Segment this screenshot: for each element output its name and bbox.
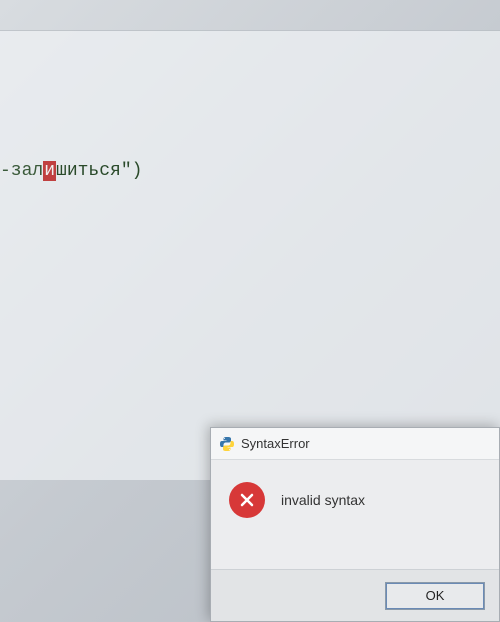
python-icon [219,436,235,452]
syntax-error-highlight: и [43,161,56,181]
code-text-prefix: -зал [0,161,43,181]
dialog-title: SyntaxError [241,436,310,451]
dialog-titlebar[interactable]: SyntaxError [211,428,499,460]
dialog-message: invalid syntax [281,492,365,508]
error-dialog: SyntaxError invalid syntax OK [210,427,500,622]
dialog-button-row: OK [211,569,499,621]
ok-button[interactable]: OK [385,582,485,610]
code-editor-area[interactable]: -залишиться") [0,30,500,480]
code-line: -залишиться") [0,161,142,181]
code-text-suffix: шиться") [56,161,142,181]
dialog-body: invalid syntax [211,460,499,540]
error-x-icon [229,482,265,518]
